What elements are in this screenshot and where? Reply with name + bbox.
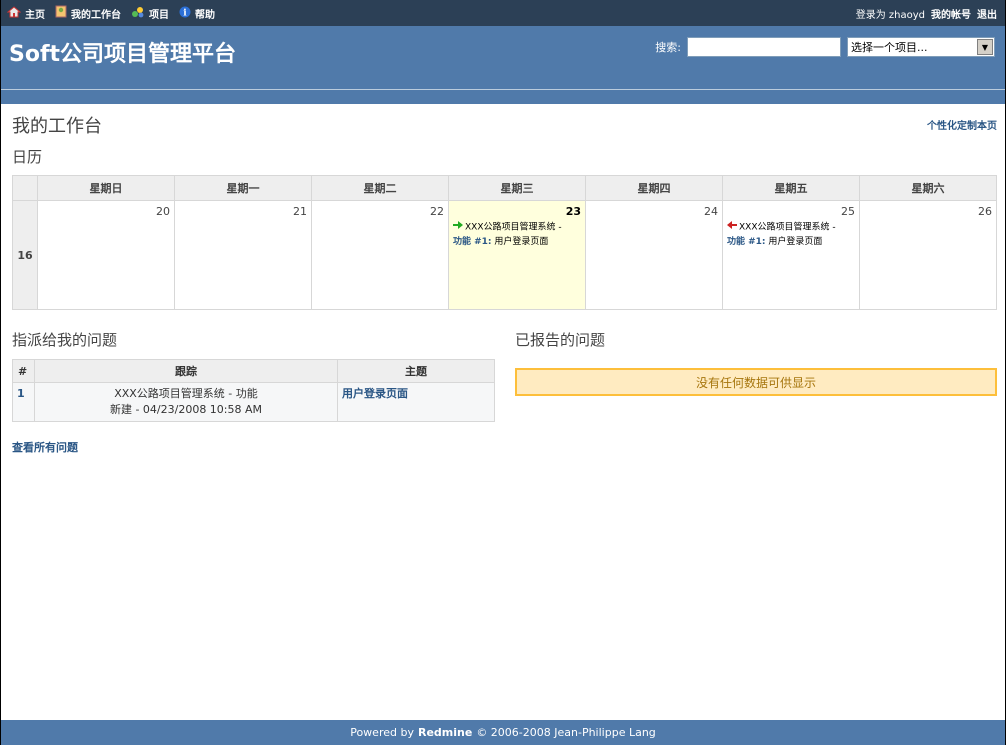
footer-copyright: © 2006-2008 Jean-Philippe Lang (476, 726, 656, 739)
chevron-down-icon[interactable]: ▼ (977, 39, 993, 55)
column-header-id[interactable]: # (12, 359, 35, 383)
logged-as-text: 登录为 zhaoyd (855, 10, 925, 21)
my-page-label: 我的工作台 (71, 9, 121, 21)
calendar-issue[interactable]: XXX公路项目管理系统 - 功能 #1: 用户登录页面 (727, 220, 855, 249)
footer: Powered by Redmine © 2006-2008 Jean-Phil… (1, 720, 1005, 745)
calendar-day: 20 (37, 200, 175, 310)
project-select-value: 选择一个项目... (851, 41, 928, 54)
calendar-issue-project: XXX公路项目管理系统 - (465, 222, 562, 233)
calendar-issue[interactable]: XXX公路项目管理系统 - 功能 #1: 用户登录页面 (453, 220, 581, 249)
assigned-issues-heading: 指派给我的问题 (12, 331, 118, 349)
calendar-header-row: 星期日 星期一 星期二 星期三 星期四 星期五 星期六 (12, 175, 997, 201)
issue-id-link[interactable]: 1 (17, 387, 25, 400)
my-page-link[interactable]: 我的工作台 (55, 5, 121, 21)
day-number: 23 (565, 205, 581, 218)
search-input[interactable] (687, 37, 841, 57)
help-link[interactable]: i 帮助 (179, 6, 215, 21)
calendar-day-today: 23 XXX公路项目管理系统 - 功能 #1: 用户登录页面 (448, 200, 586, 310)
calendar-day: 26 (859, 200, 997, 310)
weekday-header: 星期五 (722, 175, 860, 201)
day-number: 26 (978, 205, 992, 218)
home-link[interactable]: 主页 (6, 5, 45, 21)
issue-project-tracker: XXX公路项目管理系统 - 功能 (114, 387, 258, 400)
account-links: 登录为 zhaoyd 我的帐号 退出 (856, 6, 997, 21)
project-select[interactable]: 选择一个项目... ▼ (847, 37, 995, 57)
projects-link[interactable]: 项目 (131, 6, 169, 21)
calendar-table: 星期日 星期一 星期二 星期三 星期四 星期五 星期六 16 20 21 22 … (12, 175, 997, 310)
projects-icon (131, 6, 145, 21)
search-label: 搜索: (655, 41, 681, 54)
assigned-issues-table: # 跟踪 主题 1 XXX公路项目管理系统 - 功能 新建 - 04/23/20… (12, 359, 495, 422)
day-number: 25 (841, 205, 855, 218)
no-data-message: 没有任何数据可供显示 (515, 368, 997, 396)
calendar-day: 21 (174, 200, 312, 310)
top-menu: 主页 我的工作台 项目 i 帮助 登录为 zhaoyd 我的帐号 退出 (1, 0, 1005, 26)
week-number: 16 (12, 200, 38, 310)
site-title: Soft公司项目管理平台 (9, 42, 237, 67)
home-label: 主页 (25, 9, 45, 21)
logout-link[interactable]: 退出 (977, 6, 997, 21)
week-header-cell (12, 175, 38, 201)
issue-subject-cell: 用户登录页面 (337, 382, 495, 422)
search-area: 搜索: 选择一个项目... ▼ (655, 37, 995, 57)
calendar-day: 24 (585, 200, 723, 310)
day-number: 22 (430, 205, 444, 218)
calendar-issue-link[interactable]: 功能 #1: (453, 237, 492, 247)
weekday-header: 星期六 (859, 175, 997, 201)
mypage-icon (55, 5, 67, 21)
issue-id-cell: 1 (12, 382, 35, 422)
day-number: 20 (156, 205, 170, 218)
calendar-issue-project: XXX公路项目管理系统 - (739, 222, 836, 233)
svg-text:i: i (183, 8, 187, 18)
calendar-issue-subject: 用户登录页面 (768, 236, 823, 247)
day-number: 24 (704, 205, 718, 218)
calendar-issue-subject: 用户登录页面 (494, 236, 549, 247)
view-all-issues-link[interactable]: 查看所有问题 (12, 439, 78, 455)
column-header-tracker[interactable]: 跟踪 (34, 359, 338, 383)
calendar-day: 25 XXX公路项目管理系统 - 功能 #1: 用户登录页面 (722, 200, 860, 310)
header-divider (1, 89, 1005, 90)
help-label: 帮助 (195, 9, 215, 21)
weekday-header: 星期一 (174, 175, 312, 201)
calendar-week-row: 16 20 21 22 23 XXX公路项目管理系统 - 功能 #1: 用户登录… (12, 200, 997, 310)
issue-subject-link[interactable]: 用户登录页面 (342, 387, 408, 400)
reported-issues-heading: 已报告的问题 (515, 331, 606, 349)
projects-label: 项目 (149, 9, 169, 21)
day-number: 21 (293, 205, 307, 218)
calendar-issue-link[interactable]: 功能 #1: (727, 237, 766, 247)
end-arrow-icon (727, 220, 737, 234)
personalize-link[interactable]: 个性化定制本页 (927, 117, 997, 132)
my-account-link[interactable]: 我的帐号 (931, 6, 971, 21)
redmine-link[interactable]: Redmine (418, 726, 472, 739)
main-content: 我的工作台 个性化定制本页 日历 星期日 星期一 星期二 星期三 星期四 星期五… (1, 104, 1005, 720)
weekday-header: 星期四 (585, 175, 723, 201)
calendar-heading: 日历 (12, 148, 43, 166)
column-header-subject[interactable]: 主题 (337, 359, 495, 383)
header: Soft公司项目管理平台 搜索: 选择一个项目... ▼ (1, 26, 1005, 104)
calendar-day: 22 (311, 200, 449, 310)
home-icon (6, 5, 22, 21)
help-icon: i (179, 6, 191, 21)
top-menu-links: 主页 我的工作台 项目 i 帮助 (6, 5, 225, 21)
issue-tracker-cell: XXX公路项目管理系统 - 功能 新建 - 04/23/2008 10:58 A… (34, 382, 338, 422)
start-arrow-icon (453, 220, 463, 234)
weekday-header: 星期日 (37, 175, 175, 201)
footer-powered-by: Powered by (350, 726, 414, 739)
table-header-row: # 跟踪 主题 (12, 359, 495, 383)
weekday-header: 星期二 (311, 175, 449, 201)
weekday-header: 星期三 (448, 175, 586, 201)
issue-status-date: 新建 - 04/23/2008 10:58 AM (109, 403, 263, 416)
table-row: 1 XXX公路项目管理系统 - 功能 新建 - 04/23/2008 10:58… (12, 382, 495, 422)
page-title: 我的工作台 (12, 116, 102, 137)
